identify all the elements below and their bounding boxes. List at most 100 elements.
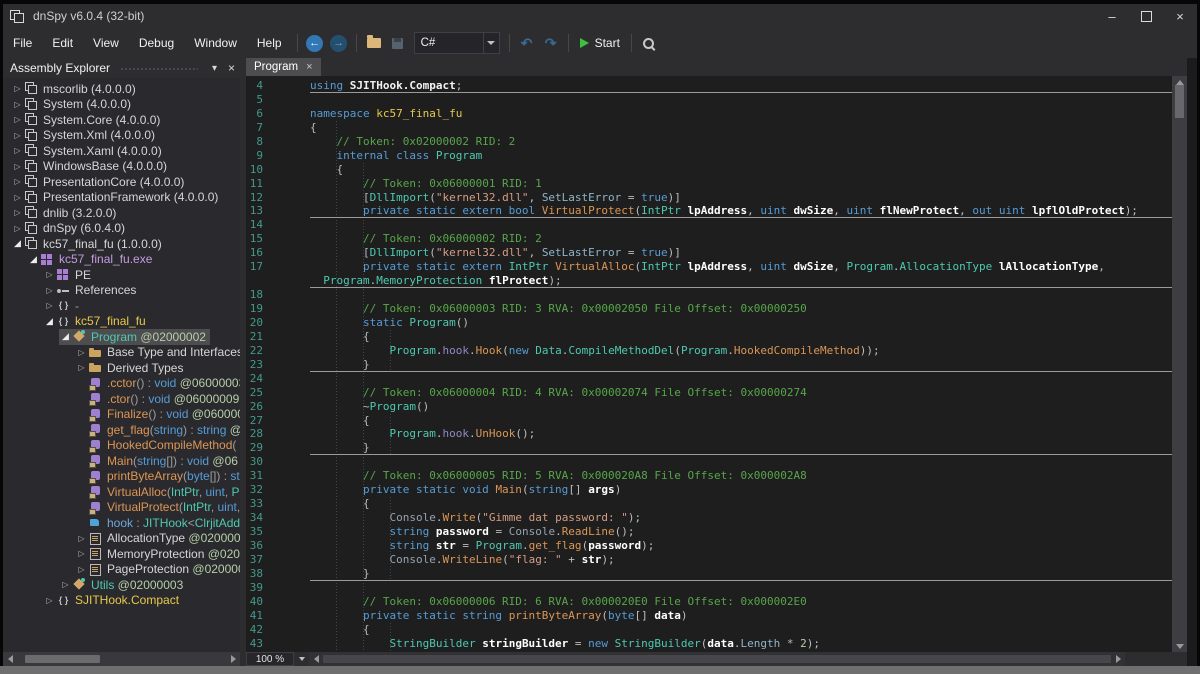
expander-icon[interactable]: ▷ [59, 580, 72, 589]
search-button[interactable] [637, 31, 661, 55]
scrollbar-thumb[interactable] [1175, 85, 1184, 118]
tree-item[interactable]: ▷PresentationFramework (4.0.0.0) [3, 190, 240, 206]
navigate-forward-button[interactable]: → [327, 31, 351, 55]
panel-menu-button[interactable]: ▾ [206, 63, 223, 74]
editor-vertical-scrollbar[interactable] [1172, 76, 1187, 652]
combobox-dropdown-button[interactable] [483, 33, 499, 53]
tree-item[interactable]: ◢{ }kc57_final_fu [3, 314, 240, 330]
code-view[interactable]: 4using SJITHook.Compact;56namespace kc57… [246, 76, 1172, 652]
panel-grip[interactable] [120, 67, 198, 72]
tree-item[interactable]: .ctor() : void @06000009 [3, 391, 240, 407]
tree-item[interactable]: VirtualProtect(IntPtr, uint, [3, 500, 240, 516]
assembly-icon [24, 191, 39, 204]
scroll-right-icon[interactable] [1111, 652, 1125, 666]
tree-item[interactable]: ▷PresentationCore (4.0.0.0) [3, 174, 240, 190]
menu-debug[interactable]: Debug [129, 32, 184, 54]
expander-icon[interactable]: ▷ [75, 363, 88, 372]
tree-item[interactable]: ▷{ }- [3, 298, 240, 314]
expander-icon[interactable]: ▷ [43, 301, 56, 310]
expander-icon[interactable]: ▷ [11, 224, 24, 233]
expander-icon[interactable]: ◢ [43, 316, 56, 327]
tree-item[interactable]: Main(string[]) : void @06 [3, 453, 240, 469]
tree-item[interactable]: .cctor() : void @06000003 [3, 376, 240, 392]
tree-item[interactable]: HookedCompileMethod( [3, 438, 240, 454]
tree-item[interactable]: ▷Utils @02000003 [3, 577, 240, 593]
expander-icon[interactable]: ▷ [11, 100, 24, 109]
expander-icon[interactable]: ▷ [11, 208, 24, 217]
tree-item[interactable]: ◢kc57_final_fu (1.0.0.0) [3, 236, 240, 252]
maximize-button[interactable] [1129, 4, 1163, 28]
expander-icon[interactable]: ▷ [43, 596, 56, 605]
expander-icon[interactable]: ▷ [75, 348, 88, 357]
tree-item[interactable]: ▷dnlib (3.2.0.0) [3, 205, 240, 221]
open-file-button[interactable] [362, 31, 386, 55]
tree-item[interactable]: hook : JITHook<ClrjitAdd [3, 515, 240, 531]
line-number: 34 [246, 511, 276, 525]
expander-icon[interactable]: ▷ [75, 565, 88, 574]
tree-item[interactable]: ▷System.Xml (4.0.0.0) [3, 128, 240, 144]
scroll-left-icon[interactable] [309, 652, 323, 666]
minimize-button[interactable]: – [1095, 4, 1129, 28]
tree-item[interactable]: ▷PE [3, 267, 240, 283]
tree-item[interactable]: printByteArray(byte[]) : st [3, 469, 240, 485]
scrollbar-thumb[interactable] [25, 655, 100, 663]
tree-item[interactable]: ▷References [3, 283, 240, 299]
expander-icon[interactable]: ▷ [11, 162, 24, 171]
scroll-down-icon[interactable] [1173, 640, 1187, 652]
tree-item[interactable]: ▷System.Xaml (4.0.0.0) [3, 143, 240, 159]
tree-item[interactable]: ▷{ }SJITHook.Compact [3, 593, 240, 609]
menu-edit[interactable]: Edit [42, 32, 83, 54]
expander-icon[interactable]: ▷ [11, 193, 24, 202]
zoom-dropdown-button[interactable] [294, 652, 309, 666]
navigate-back-button[interactable]: ← [303, 31, 327, 55]
method-icon [88, 392, 103, 405]
tree-item[interactable]: ▷mscorlib (4.0.0.0) [3, 81, 240, 97]
menu-window[interactable]: Window [184, 32, 247, 54]
scroll-right-icon[interactable] [226, 652, 240, 666]
expander-icon[interactable]: ▷ [11, 131, 24, 140]
save-all-button[interactable] [386, 31, 410, 55]
redo-button[interactable]: ↷ [539, 31, 563, 55]
expander-icon[interactable]: ◢ [11, 238, 24, 249]
expander-icon[interactable]: ▷ [75, 534, 88, 543]
tree-item-label: - [75, 299, 79, 313]
tree-item[interactable]: ◢kc57_final_fu.exe [3, 252, 240, 268]
tree-item[interactable]: ▷Derived Types [3, 360, 240, 376]
expander-icon[interactable]: ▷ [11, 177, 24, 186]
tree-item[interactable]: ▷System.Core (4.0.0.0) [3, 112, 240, 128]
tree-item[interactable]: ▷WindowsBase (4.0.0.0) [3, 159, 240, 175]
tree-item[interactable]: VirtualAlloc(IntPtr, uint, P [3, 484, 240, 500]
undo-button[interactable]: ↶ [515, 31, 539, 55]
tree-item[interactable]: ▷MemoryProtection @020 [3, 546, 240, 562]
menu-file[interactable]: File [3, 32, 42, 54]
editor-horizontal-scrollbar[interactable] [309, 652, 1125, 666]
expander-icon[interactable]: ▷ [43, 270, 56, 279]
expander-icon[interactable]: ▷ [11, 115, 24, 124]
expander-icon[interactable]: ◢ [27, 254, 40, 265]
menu-view[interactable]: View [83, 32, 129, 54]
scrollbar-thumb[interactable] [323, 655, 1111, 663]
expander-icon[interactable]: ▷ [11, 146, 24, 155]
panel-close-button[interactable]: × [223, 61, 240, 75]
tab-program[interactable]: Program × [246, 58, 321, 76]
tab-close-icon[interactable]: × [306, 61, 312, 73]
tree-item[interactable]: ▷PageProtection @020000 [3, 562, 240, 578]
expander-icon[interactable]: ◢ [59, 331, 72, 342]
explorer-horizontal-scrollbar[interactable] [3, 652, 240, 666]
expander-icon[interactable]: ▷ [43, 286, 56, 295]
expander-icon[interactable]: ▷ [75, 549, 88, 558]
tree-item[interactable]: get_flag(string) : string @ [3, 422, 240, 438]
tree-item[interactable]: ▷AllocationType @0200000 [3, 531, 240, 547]
tree-item[interactable]: ▷System (4.0.0.0) [3, 97, 240, 113]
expander-icon[interactable]: ▷ [11, 84, 24, 93]
tree-item[interactable]: ◢Program @02000002 [3, 329, 240, 345]
close-button[interactable]: × [1163, 4, 1197, 28]
menu-help[interactable]: Help [247, 32, 292, 54]
tree-item[interactable]: ▷dnSpy (6.0.4.0) [3, 221, 240, 237]
tree-item[interactable]: Finalize() : void @0600000 [3, 407, 240, 423]
start-debug-button[interactable]: Start [574, 31, 626, 55]
zoom-level[interactable]: 100 % [246, 652, 294, 666]
scroll-left-icon[interactable] [3, 652, 17, 666]
tree-item[interactable]: ▷Base Type and Interfaces [3, 345, 240, 361]
language-combobox[interactable]: C# [414, 32, 500, 54]
